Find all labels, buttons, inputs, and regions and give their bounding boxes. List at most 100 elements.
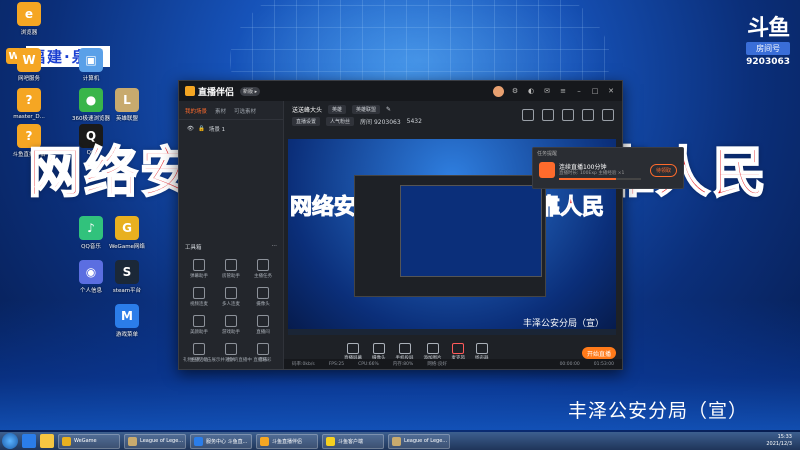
skin-icon[interactable]: ◐: [526, 86, 536, 96]
room-number: 9203063: [746, 57, 790, 67]
tool-item[interactable]: 多人连麦: [215, 287, 247, 307]
tool-label: 直播间: [256, 330, 270, 335]
phone-cast-icon: [398, 343, 411, 354]
room-label: 房间号: [746, 42, 790, 55]
desktop-icon-label: 网吧服务: [17, 76, 40, 82]
record-icon[interactable]: [562, 109, 574, 121]
status-network: 网络:良好: [427, 362, 447, 367]
claim-button[interactable]: 待领取: [649, 164, 677, 177]
tab-my-scenes[interactable]: 我的场景: [185, 107, 207, 115]
category-chip[interactable]: 英雄: [328, 105, 347, 114]
desktop-icon[interactable]: e 浏览器: [4, 2, 54, 36]
tool-label: 多人连麦: [222, 302, 240, 307]
explorer-icon[interactable]: [40, 434, 54, 448]
share-icon[interactable]: [602, 109, 614, 121]
taskbar-item[interactable]: 服务中心 斗鱼直...: [190, 433, 252, 449]
taskbar-app-icon: [62, 436, 71, 446]
version-badge[interactable]: 新版 ▸: [240, 86, 261, 96]
tool-icon: [193, 259, 205, 271]
desktop-icon[interactable]: Ssteam平台: [102, 260, 152, 294]
stream-title[interactable]: 送送峰大头: [292, 105, 322, 114]
tool-icon: [225, 315, 237, 327]
scene-item[interactable]: 👁 🔒 场景 1: [179, 120, 283, 138]
tool-item[interactable]: 房管助手: [215, 259, 247, 279]
fans-chip[interactable]: 人气粉丝: [326, 117, 355, 126]
desktop-icon[interactable]: M 游戏菜单: [102, 304, 152, 338]
tool-item[interactable]: 视频连麦: [183, 287, 215, 307]
tool-item[interactable]: 直播间: [247, 315, 279, 335]
tool-item[interactable]: 美颜助手: [183, 315, 215, 335]
taskbar-item-label: WeGame: [74, 438, 97, 444]
tool-icon: [193, 315, 205, 327]
desktop-icon[interactable]: ▣ 计算机: [66, 48, 116, 82]
app-icon: G: [115, 216, 139, 240]
toolbox-more-icon[interactable]: ⋯: [272, 243, 278, 251]
tool-label: 弹幕助手: [190, 274, 208, 279]
taskbar-item[interactable]: WeGame: [58, 433, 120, 449]
gift-icon[interactable]: [522, 109, 534, 121]
maximize-icon[interactable]: □: [590, 86, 600, 96]
lightning-icon: [539, 162, 555, 178]
ie-icon[interactable]: [22, 434, 36, 448]
edit-icon[interactable]: ✎: [386, 106, 391, 113]
status-bitrate: 码率:0kb/s: [292, 362, 315, 367]
tool-item[interactable]: 主播任务: [247, 259, 279, 279]
taskbar-item-label: 斗鱼直播伴侣: [272, 438, 303, 445]
desktop-icon[interactable]: G WeGame网络: [102, 216, 152, 250]
desktop-icon[interactable]: W 网吧服务: [4, 48, 54, 82]
taskbar-item[interactable]: League of Lege...: [388, 433, 450, 449]
menu-icon[interactable]: ≡: [558, 86, 568, 96]
minimize-icon[interactable]: –: [574, 86, 584, 96]
microphone-icon: [452, 343, 465, 354]
sidebar: 我的场景 素材 可选素材 👁 🔒 场景 1 工具箱 ⋯ 弹幕助手 房管助手 主播任务…: [179, 101, 284, 369]
toast-progress: [559, 178, 641, 180]
sidebar-tabs: 我的场景 素材 可选素材: [179, 101, 283, 120]
close-icon[interactable]: ✕: [606, 86, 616, 96]
tool-icon: [193, 287, 205, 299]
room-info: 房间 9203063: [360, 119, 401, 126]
app-icon: L: [115, 88, 139, 112]
app-icon: ?: [17, 88, 41, 112]
tab-optional-materials[interactable]: 可选素材: [234, 107, 256, 115]
tool-item[interactable]: 游戏助手: [215, 315, 247, 335]
main-area: 送送峰大头 英雄 英雄联盟 ✎ 直播设置 人气粉丝 房间 9203063 543…: [284, 101, 684, 369]
preview-slogan-right: 靠人民: [537, 194, 605, 221]
desktop-icon-label: 计算机: [82, 76, 100, 82]
taskbar-item[interactable]: League of Lege...: [124, 433, 186, 449]
tool-icon: [257, 343, 269, 355]
tab-materials[interactable]: 素材: [215, 107, 226, 115]
app-icon: e: [17, 2, 41, 26]
watermark: 丰泽公安分局（宣）: [568, 400, 749, 422]
desktop-icon[interactable]: ? master_D...: [4, 88, 54, 120]
avatar[interactable]: [493, 85, 504, 97]
message-icon[interactable]: ✉: [542, 86, 552, 96]
top-right-icons: [522, 109, 614, 121]
preview-watermark: 丰泽公安分局（宣）: [522, 319, 604, 329]
toolbox-grid: 弹幕助手 房管助手 主播任务 视频连麦 多人连麦 摄像头 美颜助手 游戏助手 直播间 主播活动 图片…: [183, 259, 279, 363]
task-icon[interactable]: [542, 109, 554, 121]
tool-item[interactable]: 摄像头: [247, 287, 279, 307]
system-clock[interactable]: 15:33 2021/12/3: [766, 434, 792, 448]
toast-subtitle: 直播时长: 100Exp 主播经验 ×1: [559, 171, 625, 176]
taskbar-app-icon: [326, 436, 335, 446]
preview-nested-window-2: [400, 185, 542, 277]
tool-item[interactable]: 弹幕助手: [183, 259, 215, 279]
taskbar-item[interactable]: 斗鱼客户端: [322, 433, 384, 449]
taskbar-app-icon: [194, 436, 203, 446]
start-button[interactable]: [2, 433, 18, 449]
taskbar-item[interactable]: 斗鱼直播伴侣: [256, 433, 318, 449]
toast-header: 任务提醒: [537, 151, 558, 157]
game-chip[interactable]: 英雄联盟: [352, 105, 381, 114]
notification-icon[interactable]: [582, 109, 594, 121]
start-live-button[interactable]: 开始直播: [582, 347, 616, 359]
tool-icon: [225, 287, 237, 299]
lock-icon[interactable]: 🔒: [198, 126, 205, 132]
desktop-icon-label: steam平台: [112, 288, 142, 294]
live-companion-window: 直播伴侣 新版 ▸ ⚙ ◐ ✉ ≡ – □ ✕ 我的场景 素材 可选素材 👁 🔒…: [178, 80, 684, 370]
settings-icon[interactable]: ⚙: [510, 86, 520, 96]
fans-count: 5432: [406, 118, 422, 125]
stream-settings-chip[interactable]: 直播设置: [292, 117, 321, 126]
preview-taskbar: [288, 329, 616, 335]
eye-icon[interactable]: 👁: [187, 126, 194, 132]
desktop-icon[interactable]: L 英雄联盟: [102, 88, 152, 122]
